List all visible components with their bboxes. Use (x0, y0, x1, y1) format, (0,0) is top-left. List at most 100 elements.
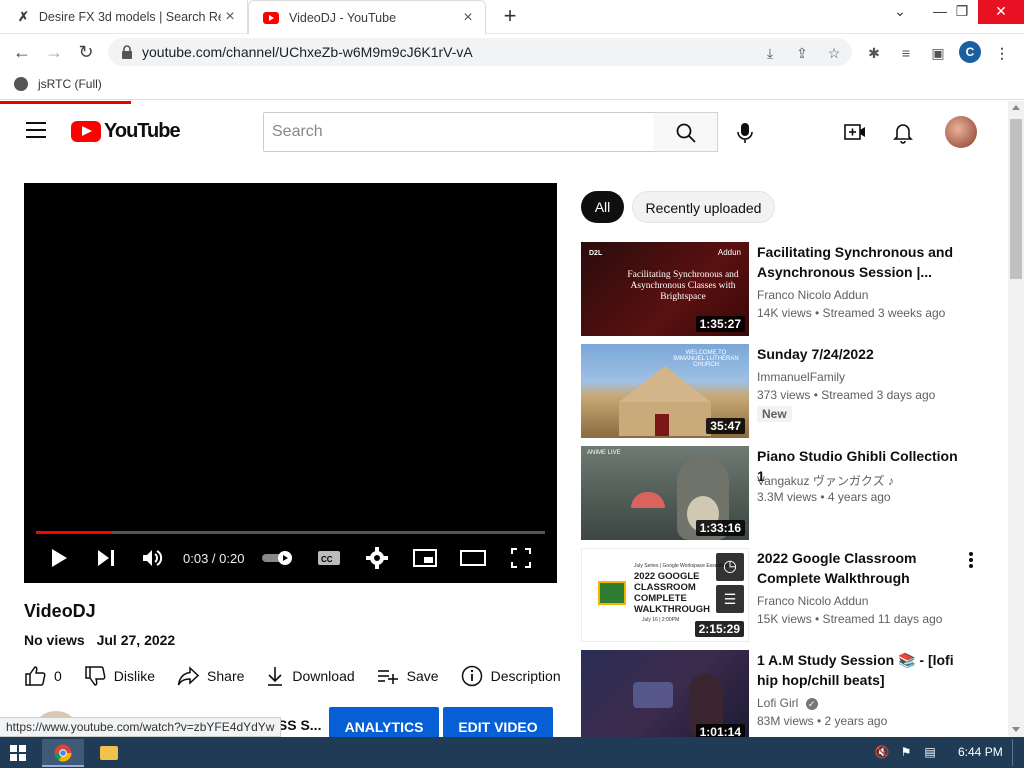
youtube-play-icon (71, 121, 101, 142)
tab-desirefx[interactable]: ✗ Desire FX 3d models | Search Res × (4, 0, 248, 34)
fullscreen-button[interactable] (508, 546, 534, 570)
channel-name[interactable]: Vangakuz ヴァンガクズ ♪ (757, 472, 894, 489)
bookmark-jsrtc[interactable]: jsRTC (Full) (14, 77, 102, 91)
recommendation-item[interactable]: WELCOME TO IMMANUEL LUTHERAN CHURCH 35:4… (581, 344, 1001, 438)
church-shape (619, 366, 711, 402)
media-control-icon[interactable]: ≡ (896, 43, 916, 63)
autoplay-toggle[interactable] (260, 546, 296, 570)
thumb-subtext: July Series | Google Workspace Essential… (634, 563, 730, 569)
youtube-masthead: YouTube Search (0, 104, 1008, 160)
windows-start-icon[interactable] (10, 745, 26, 761)
video-thumbnail[interactable]: WELCOME TO IMMANUEL LUTHERAN CHURCH 35:4… (581, 344, 749, 438)
church-door (655, 414, 669, 436)
profile-avatar[interactable]: C (959, 41, 981, 63)
video-stats: 14K views • Streamed 3 weeks ago (757, 306, 946, 320)
taskbar-clock[interactable]: 6:44 PM (958, 745, 1003, 759)
bookmark-label: jsRTC (Full) (38, 77, 102, 91)
video-thumbnail[interactable]: ANIME LIVE 1:33:16 (581, 446, 749, 540)
network-icon[interactable]: ▤ (922, 745, 938, 761)
settings-button[interactable] (364, 546, 390, 570)
close-tab-icon[interactable]: × (459, 9, 477, 27)
video-thumbnail[interactable]: D2L Addun Facilitating Synchronous and A… (581, 242, 749, 336)
recommendation-item[interactable]: 1:01:14 1 A.M Study Session 📚 - [lofi hi… (581, 650, 1001, 737)
restore-icon[interactable]: ❐ (942, 0, 982, 24)
channel-name[interactable]: Lofi Girl ✓ (757, 696, 818, 710)
subtitles-button[interactable]: CC (316, 546, 342, 570)
new-tab-button[interactable]: + (498, 4, 522, 28)
next-video-button[interactable] (94, 546, 118, 570)
video-thumbnail[interactable]: July Series | Google Workspace Essential… (581, 548, 749, 642)
youtube-logo[interactable]: YouTube (71, 120, 181, 143)
watch-later-icon[interactable]: ◷ (716, 553, 744, 581)
scroll-down-icon[interactable] (1012, 727, 1020, 732)
side-panel-icon[interactable]: ▣ (928, 43, 948, 63)
thumb-author: Addun (717, 248, 741, 257)
recommendation-item[interactable]: ANIME LIVE 1:33:16 Piano Studio Ghibli C… (581, 446, 1001, 540)
classroom-logo (598, 581, 626, 605)
tab-videodj[interactable]: VideoDJ - YouTube × (248, 0, 486, 34)
channel-name[interactable]: Franco Nicolo Addun (757, 288, 868, 302)
window-close-icon[interactable]: ✕ (978, 0, 1024, 24)
share-page-icon[interactable]: ⇪ (792, 43, 812, 63)
address-bar[interactable]: youtube.com/channel/UChxeZb-w6M9m9cJ6K1r… (108, 38, 852, 66)
like-button[interactable]: 0 (24, 665, 62, 687)
channel-name[interactable]: Franco Nicolo Addun (757, 594, 868, 608)
more-options-icon[interactable] (967, 550, 975, 570)
volume-muted-icon[interactable]: 🔇 (874, 745, 890, 761)
show-desktop-button[interactable] (1012, 739, 1022, 766)
windows-taskbar: 🔇 ⚑ ▤ 6:44 PM (0, 737, 1024, 768)
reload-icon[interactable]: ↻ (74, 40, 98, 64)
thumb-title: 2022 GOOGLE CLASSROOM COMPLETE WALKTHROU… (634, 571, 710, 615)
share-button[interactable]: Share (177, 666, 244, 686)
chrome-menu-icon[interactable]: ⋮ (992, 43, 1012, 63)
save-button[interactable]: Save (377, 668, 439, 684)
microphone-icon[interactable] (736, 122, 754, 144)
search-input[interactable]: Search (263, 112, 655, 152)
recommendation-item[interactable]: July Series | Google Workspace Essential… (581, 548, 1001, 642)
description-button[interactable]: Description (461, 665, 561, 687)
umbrella-shape (631, 492, 665, 508)
video-player[interactable]: 0:03 / 0:20 CC (24, 183, 557, 583)
bookmark-star-icon[interactable]: ☆ (824, 43, 844, 63)
chip-all[interactable]: All (581, 191, 624, 223)
menu-icon[interactable] (26, 122, 46, 138)
seek-bar[interactable] (36, 531, 545, 534)
analytics-button[interactable]: ANALYTICS (329, 707, 439, 737)
download-label: Download (292, 668, 355, 684)
play-button[interactable] (48, 546, 70, 570)
dislike-button[interactable]: Dislike (84, 665, 155, 687)
theater-mode-button[interactable] (458, 546, 488, 570)
page-scrollbar[interactable] (1008, 101, 1024, 737)
download-button[interactable]: Download (266, 666, 355, 686)
taskbar-chrome[interactable] (42, 739, 84, 767)
taskbar-file-explorer[interactable] (88, 739, 130, 767)
edit-video-button[interactable]: EDIT VIDEO (443, 707, 553, 737)
create-video-icon[interactable] (843, 120, 867, 144)
channel-name[interactable]: ImmanuelFamily (757, 370, 845, 384)
tab-search-icon[interactable]: ⌄ (880, 0, 920, 24)
recommendation-item[interactable]: D2L Addun Facilitating Synchronous and A… (581, 242, 1001, 336)
volume-button[interactable] (140, 546, 166, 570)
flag-icon[interactable]: ⚑ (898, 745, 914, 761)
browser-toolbar: ← → ↻ youtube.com/channel/UChxeZb-w6M9m9… (0, 34, 1024, 70)
scroll-up-icon[interactable] (1012, 105, 1020, 110)
video-stats: 83M views • 2 years ago (757, 714, 888, 728)
link-hover-status: https://www.youtube.com/watch?v=zbYFE4dY… (0, 717, 282, 737)
chip-recently-uploaded[interactable]: Recently uploaded (632, 191, 775, 223)
search-button[interactable] (654, 112, 718, 152)
scrollbar-thumb[interactable] (1010, 119, 1022, 279)
music-note-icon: ♪ (887, 474, 894, 488)
add-to-queue-icon[interactable]: ☰ (716, 585, 744, 613)
account-avatar[interactable] (945, 116, 977, 148)
dislike-label: Dislike (113, 668, 156, 684)
back-icon[interactable]: ← (10, 40, 34, 64)
playlist-add-icon (377, 670, 398, 684)
close-tab-icon[interactable]: × (221, 8, 239, 26)
miniplayer-button[interactable] (412, 546, 438, 570)
install-icon[interactable]: ⤓ (760, 43, 780, 63)
forward-icon[interactable]: → (42, 40, 66, 64)
video-thumbnail[interactable]: 1:01:14 (581, 650, 749, 737)
extensions-icon[interactable]: ✱ (864, 43, 884, 63)
fullscreen-icon (511, 548, 531, 568)
notifications-bell-icon[interactable] (891, 120, 915, 144)
